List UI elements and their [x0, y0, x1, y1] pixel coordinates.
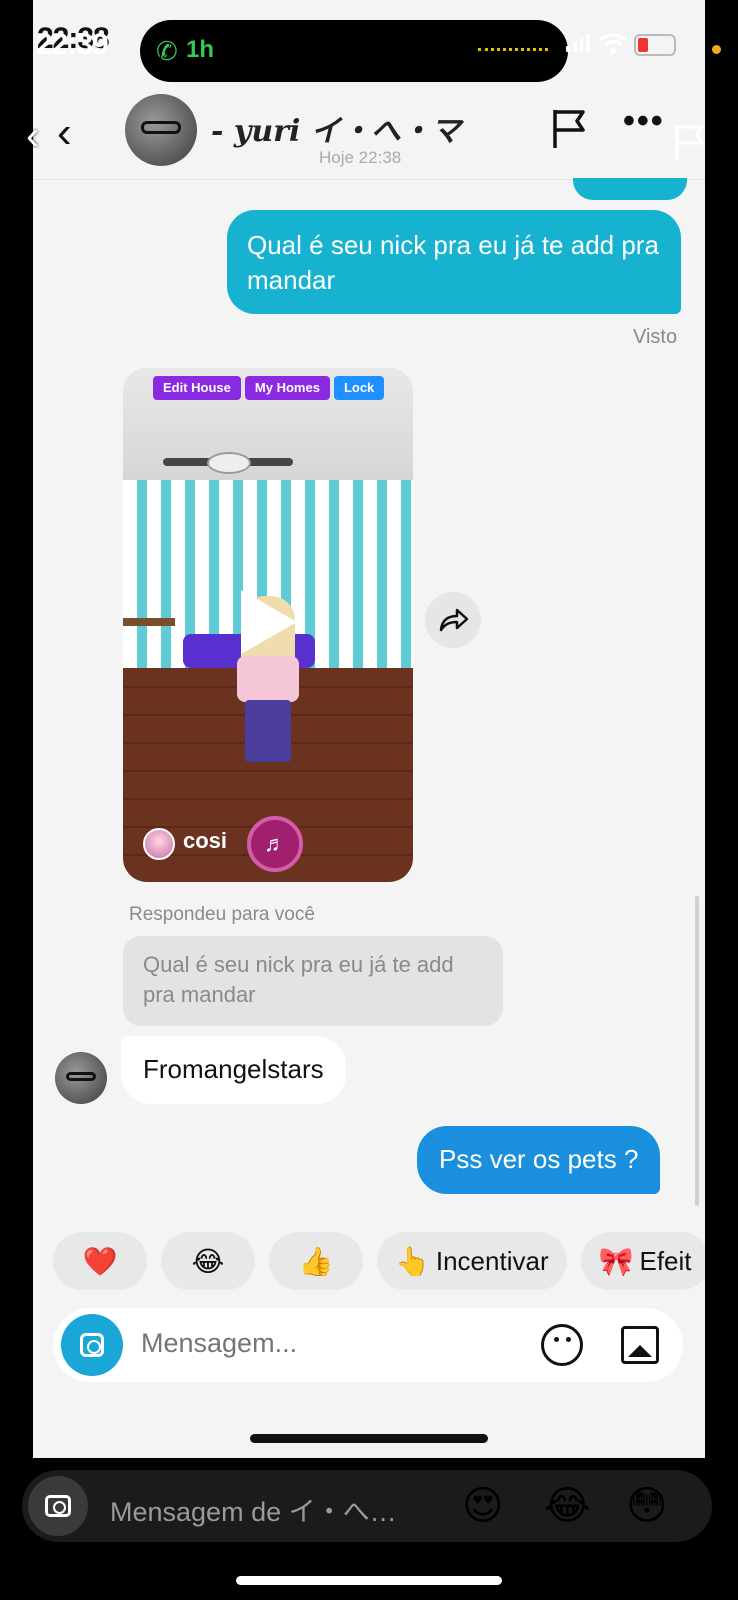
incoming-message[interactable]: Fromangelstars	[121, 1036, 346, 1104]
cellular-signal-icon	[566, 34, 590, 52]
more-options-icon[interactable]: •••	[623, 102, 665, 141]
reaction-label: Incentivar	[435, 1245, 549, 1276]
previous-message-bubble[interactable]	[573, 178, 687, 200]
scrollbar[interactable]	[695, 896, 699, 1206]
reaction-emoji-icon: 😂	[191, 1245, 225, 1277]
quick-reaction-1[interactable]: 😂	[161, 1232, 255, 1290]
chat-screenshot: 22:38 ‹ - yuri イ・へ・マ Hoje 22:38 ••• Qual…	[33, 0, 705, 1458]
wifi-icon	[599, 33, 627, 54]
share-icon[interactable]	[425, 592, 481, 648]
status-time: 22:39	[36, 28, 109, 61]
reel-game-buttons: Edit House My Homes Lock	[153, 376, 385, 400]
phone-icon: ✆	[156, 36, 178, 66]
outgoing-message[interactable]: Qual é seu nick pra eu já te add pra man…	[227, 210, 681, 314]
flag-icon[interactable]	[549, 106, 589, 150]
story-camera-icon[interactable]	[28, 1476, 88, 1536]
reaction-emoji-icon: 👍	[298, 1245, 334, 1277]
gallery-icon[interactable]	[621, 1326, 659, 1364]
lock-label: Lock	[333, 376, 385, 400]
privacy-indicator-dot	[712, 45, 721, 54]
reaction-emoji-icon: 👆	[395, 1245, 430, 1277]
story-reply-bar: Mensagem de イ・へ… 😍 😂 😳	[22, 1470, 712, 1542]
quick-reaction-2[interactable]: 👍	[269, 1232, 363, 1290]
quick-reaction-4[interactable]: 🎀 Efeit	[580, 1232, 705, 1290]
heart-eyes-emoji-button[interactable]: 😍	[462, 1482, 504, 1530]
battery-icon	[634, 34, 676, 56]
message-composer	[53, 1308, 683, 1382]
seen-indicator: Visto	[633, 326, 678, 348]
reel-audio-icon[interactable]: ♬	[247, 816, 303, 872]
reaction-label: Efeit	[639, 1245, 692, 1276]
contact-name[interactable]: - yuri イ・へ・マ	[211, 106, 461, 150]
inner-home-indicator	[250, 1434, 488, 1443]
story-reply-input[interactable]: Mensagem de イ・へ…	[110, 1490, 450, 1529]
play-icon[interactable]	[241, 590, 297, 654]
edit-house-label: Edit House	[153, 376, 241, 400]
quick-reactions-bar: ❤️ 😂 👍 👆 Incentivar 🎀 Efeit	[53, 1232, 705, 1290]
sender-avatar[interactable]	[55, 1052, 107, 1104]
message-input[interactable]	[141, 1328, 521, 1359]
camera-icon[interactable]	[61, 1314, 123, 1376]
back-chevron-icon[interactable]: ‹	[57, 108, 72, 158]
chat-header: ‹ - yuri イ・へ・マ Hoje 22:38 •••	[33, 84, 705, 180]
sticker-icon[interactable]	[541, 1324, 583, 1366]
call-duration: 1h	[186, 36, 215, 63]
shared-reel[interactable]: Edit House My Homes Lock cosi ♬	[123, 368, 413, 882]
reply-context-label: Respondeu para você	[129, 904, 315, 925]
dynamic-island[interactable]: ✆ 1h	[140, 20, 568, 82]
call-waveform-icon	[478, 48, 548, 54]
reel-author-avatar[interactable]	[143, 828, 175, 860]
story-back-icon[interactable]: ‹	[26, 114, 39, 159]
outgoing-message[interactable]: Pss ver os pets ?	[417, 1126, 661, 1194]
reaction-emoji-icon: 🎀	[598, 1245, 634, 1277]
contact-last-active: Hoje 22:38	[319, 148, 402, 167]
my-homes-label: My Homes	[244, 376, 330, 400]
story-flag-icon[interactable]	[672, 122, 708, 162]
quoted-message[interactable]: Qual é seu nick pra eu já te add pra man…	[123, 936, 503, 1026]
home-indicator	[236, 1576, 502, 1585]
contact-avatar[interactable]	[125, 94, 197, 166]
laughing-emoji-button[interactable]: 😂	[544, 1482, 591, 1530]
flushed-emoji-button[interactable]: 😳	[626, 1482, 668, 1530]
reel-author-name[interactable]: cosi	[183, 828, 227, 854]
quick-reaction-3[interactable]: 👆 Incentivar	[377, 1232, 567, 1290]
reaction-emoji-icon: ❤️	[82, 1245, 118, 1277]
quick-reaction-0[interactable]: ❤️	[53, 1232, 147, 1290]
